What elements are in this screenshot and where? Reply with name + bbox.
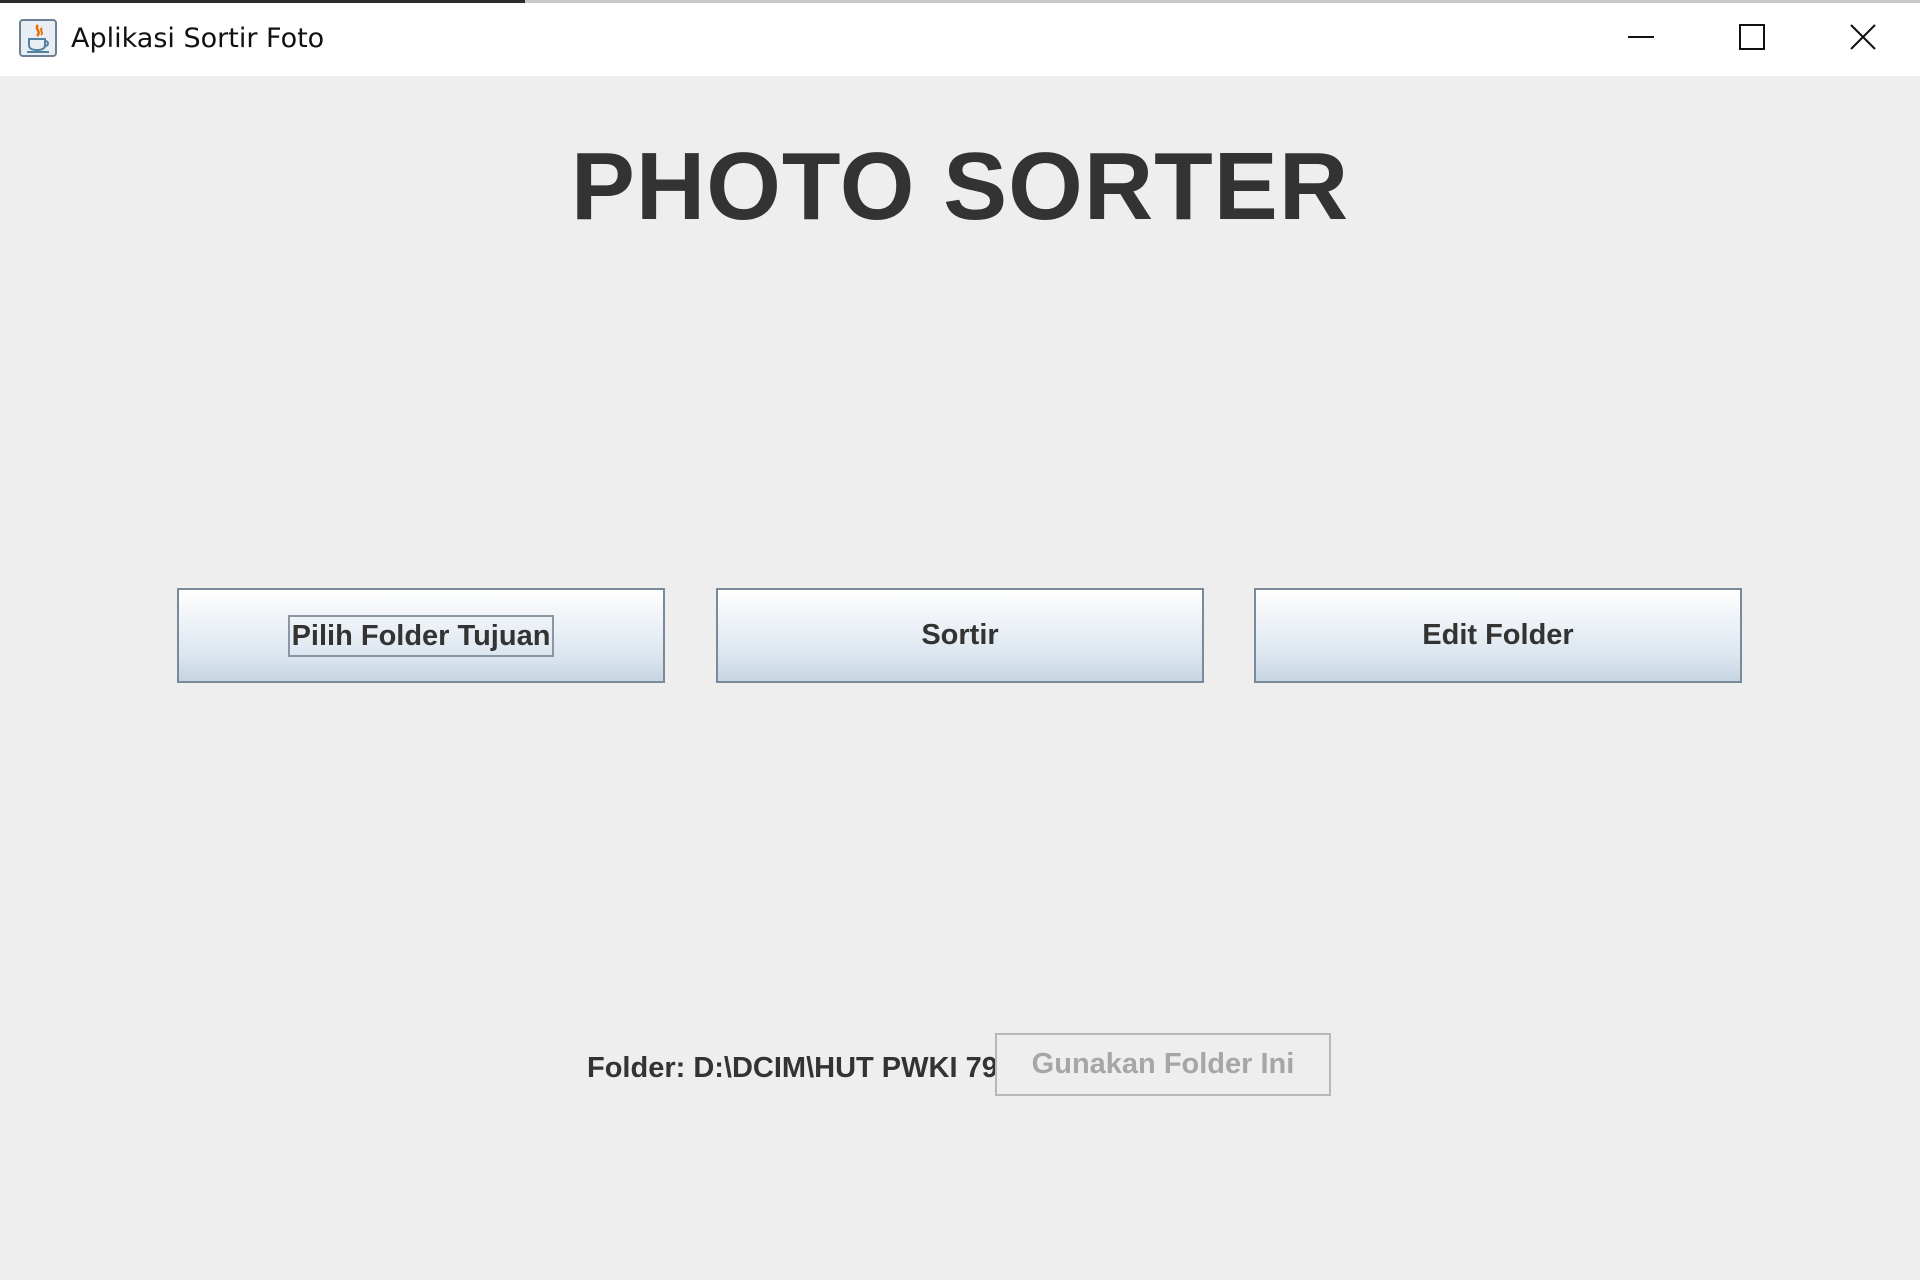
title-bar[interactable]: Aplikasi Sortir Foto: [0, 3, 1920, 76]
java-app-icon: [19, 19, 57, 57]
page-title: PHOTO SORTER: [570, 133, 1350, 240]
maximize-button[interactable]: [1697, 3, 1807, 76]
app-window: Aplikasi Sortir Foto PHOTO SORTER Pilih …: [0, 0, 1920, 1280]
choose-folder-label: Pilih Folder Tujuan: [287, 614, 555, 657]
use-folder-label: Gunakan Folder Ini: [1031, 1048, 1295, 1080]
sort-button[interactable]: Sortir: [716, 588, 1204, 683]
edit-folder-label: Edit Folder: [1422, 619, 1574, 651]
minimize-icon: [1626, 22, 1656, 57]
choose-folder-button[interactable]: Pilih Folder Tujuan: [177, 588, 665, 683]
edit-folder-button[interactable]: Edit Folder: [1254, 588, 1742, 683]
window-title: Aplikasi Sortir Foto: [71, 23, 325, 54]
close-button[interactable]: [1808, 3, 1918, 76]
main-content: PHOTO SORTER Pilih Folder Tujuan Sortir …: [0, 76, 1920, 1280]
folder-path-label: Folder: D:\DCIM\HUT PWKI 79: [587, 1052, 998, 1084]
maximize-icon: [1737, 22, 1767, 57]
sort-label: Sortir: [921, 619, 999, 651]
close-icon: [1848, 22, 1878, 57]
use-folder-button[interactable]: Gunakan Folder Ini: [995, 1033, 1331, 1096]
minimize-button[interactable]: [1586, 3, 1696, 76]
